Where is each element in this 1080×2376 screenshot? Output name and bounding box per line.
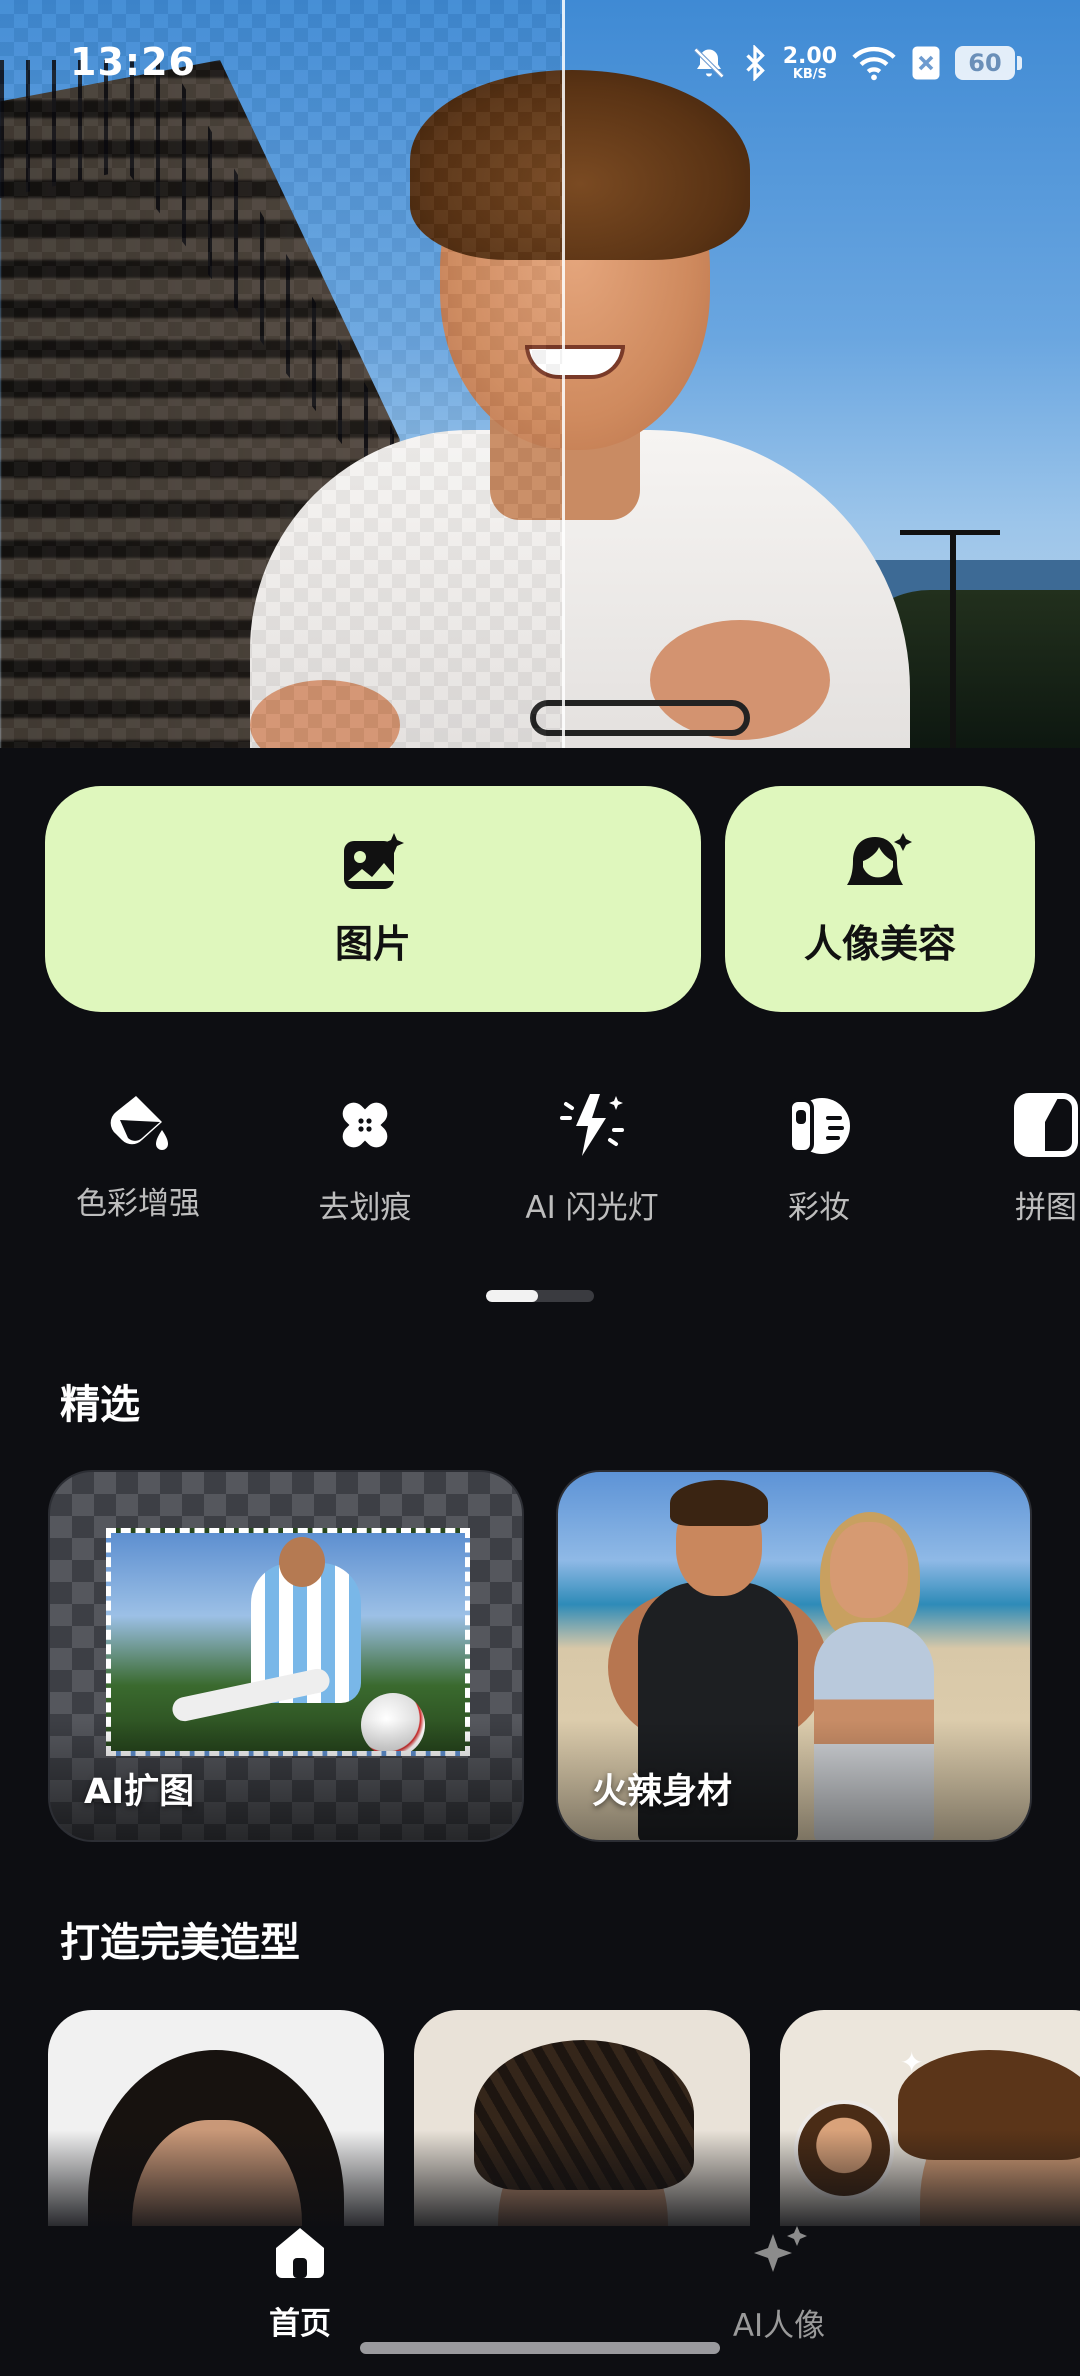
system-home-indicator[interactable]	[360, 2342, 720, 2354]
featured-card-ai-expand[interactable]: AI扩图	[48, 1470, 524, 1842]
nav-tab-home[interactable]: 首页	[190, 2224, 410, 2343]
wifi-icon	[851, 45, 897, 81]
tool-makeup[interactable]: 彩妆	[724, 1090, 914, 1240]
image-sparkle-icon	[340, 831, 406, 899]
tool-makeup-label: 彩妆	[788, 1190, 850, 1226]
featured-card-caption: AI扩图	[84, 1772, 195, 1812]
picture-button[interactable]: 图片	[45, 786, 701, 1012]
bell-off-icon	[691, 45, 727, 81]
battery-icon: 60	[955, 46, 1015, 80]
sparkle-icon	[747, 2224, 811, 2286]
nav-tab-ai-portrait-label: AI人像	[732, 2308, 826, 2344]
tool-collage-label: 拼图	[1015, 1190, 1077, 1226]
makeup-palette-icon	[784, 1090, 854, 1164]
home-icon	[270, 2224, 330, 2284]
bottom-nav-fade	[0, 2130, 1080, 2240]
tool-scratch-removal-label: 去划痕	[318, 1190, 412, 1226]
preview-woman-head	[830, 1522, 908, 1618]
tool-scratch-removal[interactable]: 去划痕	[270, 1090, 460, 1240]
status-bar: 13:26 2.00 KB/S 60	[0, 0, 1080, 120]
tool-color-enhance[interactable]: 色彩增强	[43, 1090, 233, 1240]
featured-card-caption: 火辣身材	[592, 1772, 733, 1812]
status-time: 13:26	[70, 40, 196, 84]
styles-section-title: 打造完美造型	[60, 1920, 300, 1966]
portrait-sparkle-icon	[845, 831, 915, 899]
picture-button-label: 图片	[334, 921, 411, 966]
sim-off-icon	[911, 45, 941, 81]
status-icons: 2.00 KB/S 60	[691, 38, 1022, 88]
nav-tab-home-label: 首页	[269, 2306, 331, 2342]
network-speed-value: 2.00	[782, 43, 837, 69]
featured-section-title: 精选	[60, 1382, 140, 1428]
app-screen: 13:26 2.00 KB/S 60 图片 人像美容 色彩增强 去划痕 AI 闪…	[0, 0, 1080, 2376]
tools-page-indicator	[486, 1290, 594, 1302]
featured-card-hot-body[interactable]: 火辣身材	[556, 1470, 1032, 1842]
sparkle-icon: ✦	[900, 2046, 924, 2079]
tool-ai-flash[interactable]: AI 闪光灯	[497, 1090, 687, 1240]
tool-color-enhance-label: 色彩增强	[76, 1186, 200, 1222]
preview-man-hair	[670, 1480, 768, 1526]
tools-carousel[interactable]: 色彩增强 去划痕 AI 闪光灯 彩妆 拼图	[0, 1090, 1080, 1240]
network-speed: 2.00 KB/S	[782, 43, 837, 82]
portrait-beauty-button-label: 人像美容	[803, 921, 956, 966]
hero-utility-pole	[950, 530, 956, 748]
bandage-icon	[330, 1090, 400, 1164]
bluetooth-icon	[741, 45, 769, 81]
collage-icon	[1011, 1090, 1080, 1164]
tools-page-indicator-thumb	[486, 1290, 538, 1302]
network-speed-unit: KB/S	[792, 66, 827, 82]
battery-tip	[1017, 56, 1022, 70]
tool-collage[interactable]: 拼图	[951, 1090, 1080, 1240]
nav-tab-ai-portrait[interactable]: AI人像	[669, 2224, 889, 2345]
portrait-beauty-button[interactable]: 人像美容	[725, 786, 1035, 1012]
preview-player-head	[279, 1537, 325, 1587]
tool-ai-flash-label: AI 闪光灯	[525, 1190, 659, 1226]
flash-sparkle-icon	[556, 1090, 628, 1164]
color-bucket-icon	[102, 1090, 174, 1160]
